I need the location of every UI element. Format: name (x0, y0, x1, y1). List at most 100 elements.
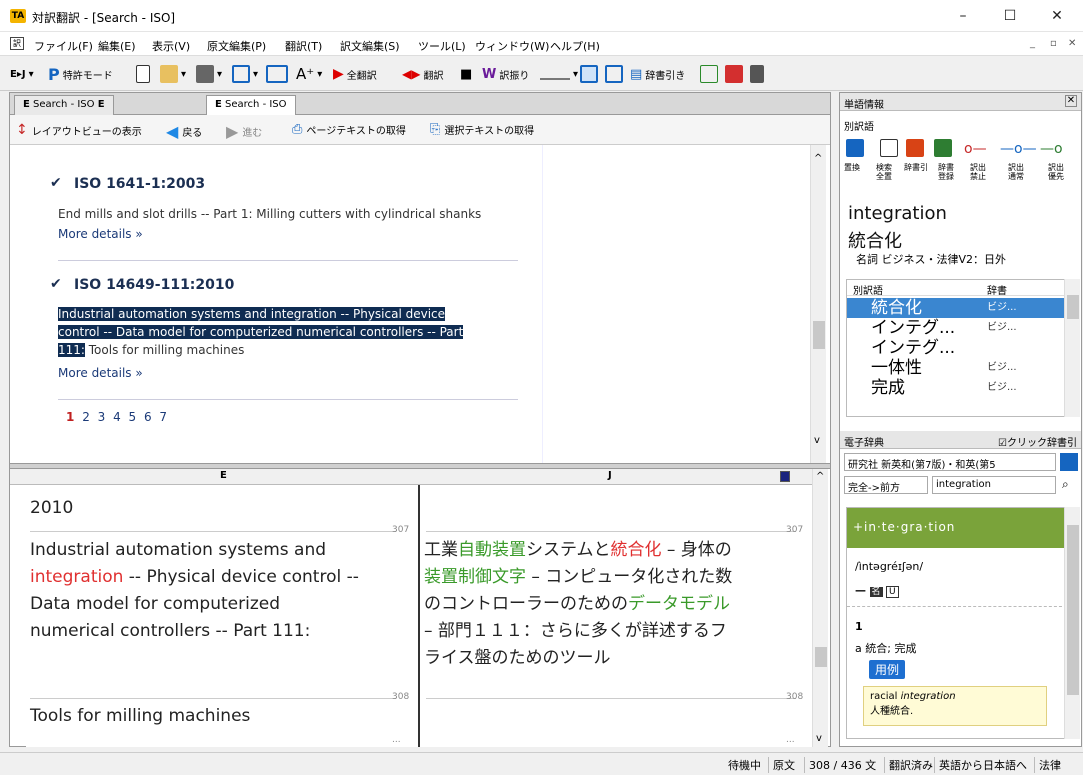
menu-target-edit[interactable]: 訳文編集(S) (340, 38, 400, 54)
source-text: numerical controllers -- Part 111: (30, 621, 311, 641)
scroll-up-icon[interactable]: ^ (816, 471, 824, 482)
highlighted-term[interactable]: integration (30, 567, 123, 587)
menu-source-edit[interactable]: 原文編集(P) (207, 38, 266, 54)
back-button[interactable]: ◀ 戻る (166, 122, 202, 141)
excel-button[interactable] (725, 63, 743, 85)
scroll-up-icon[interactable]: ^ (814, 153, 822, 164)
tab-search-iso-2[interactable]: E Search - ISO (206, 95, 296, 116)
scroll-thumb[interactable] (1067, 525, 1079, 695)
parallel-text-view[interactable]: 2010 307 Industrial automation systems a… (26, 485, 812, 747)
pair-scrollbar[interactable]: ^ v (812, 469, 828, 747)
page-links[interactable]: 2 3 4 5 6 7 (82, 410, 169, 424)
stop-button[interactable]: ■ (460, 63, 472, 85)
source-segment[interactable]: Tools for milling machines (30, 703, 250, 730)
target-text-column[interactable]: 307 工業自動装置システムと統合化 – 身体の 装置制御文字 – コンピュータ… (418, 485, 812, 747)
column-toggle-icon[interactable] (780, 471, 790, 482)
e-dict-title: 電子辞典 (844, 438, 884, 449)
source-segment[interactable]: Industrial automation systems and integr… (30, 537, 416, 645)
mdi-close-button[interactable]: ✕ (1068, 38, 1076, 49)
suppress-icon[interactable]: o— (964, 141, 987, 157)
menu-window[interactable]: ウィンドウ(W) (475, 38, 549, 54)
result-title[interactable]: ISO 1641-1:2003 (74, 176, 205, 192)
replace-icon[interactable] (846, 139, 864, 157)
layout-view-button[interactable]: ↕ レイアウトビューの表示 (16, 122, 142, 138)
pagination[interactable]: 1 2 3 4 5 6 7 (66, 410, 169, 424)
document-icon[interactable]: 訳 (10, 37, 24, 50)
scroll-down-icon[interactable]: v (816, 733, 822, 744)
split-view-button[interactable]: ▾ (232, 63, 258, 85)
term-dictionary-hit[interactable]: データモデル (628, 594, 730, 614)
menu-edit[interactable]: 編集(E) (98, 38, 136, 54)
new-doc-button[interactable] (136, 63, 150, 85)
scroll-thumb[interactable] (1067, 295, 1079, 319)
tab-search-iso-1[interactable]: E Search - ISO E (14, 95, 114, 115)
dict-scrollbar[interactable] (1064, 507, 1080, 739)
click-dict-checkbox[interactable]: ☑クリック辞書引 (998, 434, 1077, 449)
tab-lang-badge: E (23, 99, 30, 110)
dict-register-icon[interactable] (934, 139, 952, 157)
term-dictionary-hit[interactable]: 装置制御文字 (424, 567, 526, 587)
source-text-column[interactable]: 2010 307 Industrial automation systems a… (26, 485, 416, 747)
dictionary-icon[interactable] (1060, 453, 1078, 471)
priority-icon[interactable]: —o (1040, 141, 1063, 157)
alt-word-row[interactable]: インテグ... ビジ... (847, 318, 1065, 338)
alt-word-row[interactable]: 一体性 ビジ... (847, 358, 1065, 378)
direction-button[interactable]: E▸J ▾ (10, 63, 34, 85)
layout-horizontal-button[interactable] (605, 63, 623, 85)
menu-help[interactable]: ヘルプ(H) (550, 38, 600, 54)
result-description[interactable]: Industrial automation systems and integr… (58, 305, 518, 359)
current-page[interactable]: 1 (66, 410, 76, 424)
alt-word-row[interactable]: 完成 ビジ... (847, 378, 1065, 398)
three-column-button[interactable] (266, 63, 288, 85)
maximize-button[interactable]: ☐ (990, 4, 1030, 28)
dict-lookup-icon[interactable] (906, 139, 924, 157)
line-button[interactable]: ⎽⎽⎽ ▾ (540, 63, 578, 85)
example-button[interactable]: 用例 (869, 660, 906, 679)
mdi-restore-button[interactable]: ▫ (1050, 38, 1057, 49)
scroll-down-icon[interactable]: v (814, 435, 820, 446)
more-details-link[interactable]: More details » (58, 227, 143, 241)
target-segment[interactable]: 工業自動装置システムと統合化 – 身体の 装置制御文字 – コンピュータ化された… (424, 537, 812, 672)
open-button[interactable]: ▾ (160, 63, 186, 85)
tool-button[interactable] (750, 63, 764, 85)
alt-scrollbar[interactable] (1064, 279, 1080, 417)
search-replace-icon[interactable] (880, 139, 898, 157)
term-dictionary-hit[interactable]: 自動装置 (458, 540, 526, 560)
alt-words-table[interactable]: 別訳語 辞書 統合化 ビジ... インテグ... ビジ... インテグ... 一体性… (846, 279, 1066, 417)
dictionary-select[interactable]: 研究社 新英和(第7版)・和英(第5 (844, 453, 1056, 471)
list-icon (700, 65, 718, 83)
print-button[interactable]: ▾ (196, 63, 222, 85)
list-button[interactable] (700, 63, 718, 85)
wordbreak-button[interactable]: W 訳振り (482, 63, 529, 85)
dict-lookup-button[interactable]: ▤ 辞書引き (630, 63, 685, 85)
translate-button[interactable]: ◀▶ 翻訳 (402, 63, 443, 85)
alt-word-row[interactable]: インテグ... (847, 338, 1065, 358)
dict-search-input[interactable]: integration (932, 476, 1056, 494)
close-button[interactable]: ✕ (1037, 4, 1077, 28)
menu-file[interactable]: ファイル(F) (34, 38, 93, 54)
forward-button[interactable]: ▶ 進む (226, 122, 262, 141)
highlighted-term[interactable]: 統合化 (611, 540, 662, 560)
scroll-thumb[interactable] (815, 647, 827, 667)
font-size-button[interactable]: A⁺ ▾ (296, 63, 322, 85)
web-scrollbar[interactable]: ^ v (810, 145, 826, 463)
alt-word-row[interactable]: 統合化 ビジ... (847, 298, 1065, 318)
mdi-minimize-button[interactable]: _ (1030, 38, 1035, 49)
get-page-text-button[interactable]: ⎙ ページテキストの取得 (292, 122, 406, 137)
patent-mode-button[interactable]: P 特許モード (48, 63, 113, 85)
normal-icon[interactable]: —o— (1000, 141, 1037, 157)
get-selection-text-button[interactable]: ⎘ 選択テキストの取得 (430, 122, 534, 137)
search-mode-select[interactable]: 完全->前方 (844, 476, 928, 494)
scroll-thumb[interactable] (813, 321, 825, 349)
menu-translate[interactable]: 翻訳(T) (285, 38, 322, 54)
binoculars-icon[interactable]: ⌕ (1062, 477, 1069, 492)
menu-view[interactable]: 表示(V) (152, 38, 190, 54)
layout-two-pane-button[interactable] (580, 63, 598, 85)
close-icon[interactable]: ✕ (1065, 95, 1077, 107)
source-segment[interactable]: 2010 (30, 495, 73, 522)
minimize-button[interactable]: – (943, 4, 983, 28)
menu-tools[interactable]: ツール(L) (418, 38, 466, 54)
more-details-link[interactable]: More details » (58, 366, 143, 380)
translate-all-button[interactable]: ▶ 全翻訳 (333, 63, 377, 85)
result-title[interactable]: ISO 14649-111:2010 (74, 277, 234, 293)
